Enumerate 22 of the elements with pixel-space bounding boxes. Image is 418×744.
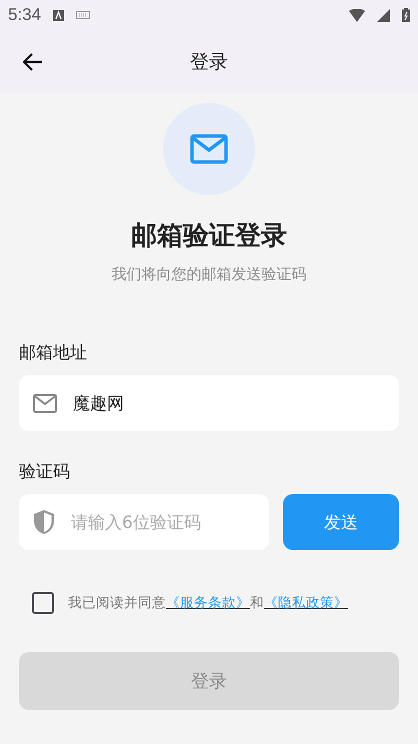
back-arrow-icon (23, 52, 43, 70)
notification-icon (53, 10, 64, 20)
terms-link[interactable]: 《服务条款》 (166, 595, 250, 611)
signal-icon (377, 8, 390, 22)
keyboard-icon (76, 11, 90, 19)
email-field[interactable]: 魔趣网 (19, 375, 399, 431)
code-field[interactable]: 请输入6位验证码 (19, 494, 269, 550)
agreement-checkbox[interactable] (32, 592, 54, 614)
shield-icon (33, 509, 55, 535)
send-button[interactable]: 发送 (283, 494, 399, 550)
status-time: 5:34 (8, 5, 42, 25)
code-label: 验证码 (19, 461, 71, 483)
page-title: 登录 (190, 50, 228, 72)
email-label: 邮箱地址 (19, 342, 88, 364)
privacy-link[interactable]: 《隐私政策》 (264, 595, 348, 611)
subtitle: 我们将向您的邮箱发送验证码 (110, 265, 308, 284)
heading: 邮箱验证登录 (130, 220, 288, 253)
battery-icon (402, 8, 410, 22)
envelope-icon (33, 394, 57, 412)
wifi-icon (349, 8, 365, 22)
agreement-text: 我已阅读并同意《服务条款》和《隐私政策》 (68, 594, 348, 612)
envelope-icon (190, 134, 228, 164)
